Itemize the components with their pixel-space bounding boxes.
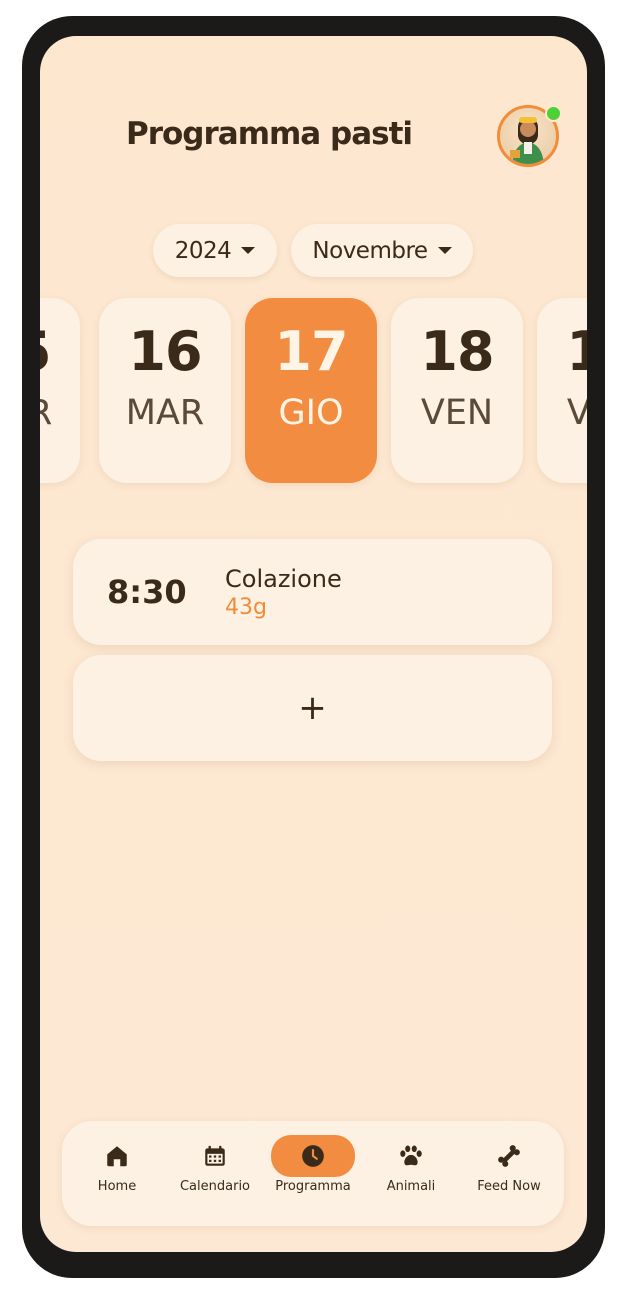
month-value: Novembre [312,237,428,264]
tab-home[interactable]: Home [67,1135,167,1215]
calendar-icon [165,1135,265,1177]
meal-name: Colazione [225,565,342,593]
bottom-tab-bar: Home Calendario Programma Animali Feed N… [62,1121,564,1226]
home-icon [67,1135,167,1177]
meal-quantity: 43g [225,595,267,620]
day-weekday: VEN [420,393,494,433]
day-weekday: GIO [278,393,344,433]
day-weekday: MAR [125,393,205,433]
tab-label: Feed Now [477,1179,541,1194]
day-number: 15 [40,320,52,383]
online-status-dot [545,105,562,122]
plus-icon: + [298,688,327,728]
day-weekday: VEN [566,393,587,433]
bone-icon [459,1135,559,1177]
paw-icon [361,1135,461,1177]
tab-programma[interactable]: Programma [263,1135,363,1215]
app-screen: Programma pasti 2024 Novembre 15 MER 16 … [40,36,587,1252]
day-number: 16 [128,320,202,383]
clock-icon [271,1135,355,1177]
year-value: 2024 [174,237,232,264]
tab-calendario[interactable]: Calendario [165,1135,265,1215]
day-card[interactable]: 18 VEN [391,298,523,483]
day-number: 17 [274,320,348,383]
day-number: 19 [566,320,587,383]
tab-feed-now[interactable]: Feed Now [459,1135,559,1215]
day-weekday: MER [40,393,53,433]
tab-animali[interactable]: Animali [361,1135,461,1215]
chevron-down-icon [437,247,452,254]
meal-time: 8:30 [107,573,187,611]
page-title: Programma pasti [126,116,413,152]
tab-label: Animali [386,1179,436,1194]
tab-label: Programma [275,1179,351,1194]
meal-card[interactable]: 8:30 Colazione 43g [73,539,552,645]
chevron-down-icon [241,247,256,254]
day-card[interactable]: 15 MER [40,298,80,483]
month-select[interactable]: Novembre [291,224,473,277]
add-meal-button[interactable]: + [73,655,552,761]
day-card[interactable]: 16 MAR [99,298,231,483]
day-card-selected[interactable]: 17 GIO [245,298,377,483]
day-card[interactable]: 19 VEN [537,298,587,483]
tab-label: Calendario [179,1179,251,1194]
year-select[interactable]: 2024 [153,224,277,277]
day-number: 18 [420,320,494,383]
tab-label: Home [97,1179,137,1194]
